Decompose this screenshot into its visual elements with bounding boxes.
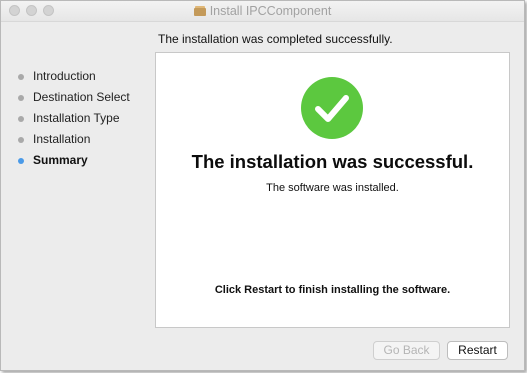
installer-window: Install IPCComponent The installation wa…	[0, 0, 525, 371]
installation-status-text: The installation was completed successfu…	[158, 32, 393, 46]
step-label: Installation Type	[33, 111, 120, 125]
step-installation: Installation	[16, 130, 151, 151]
package-icon	[193, 6, 206, 16]
summary-panel: The installation was successful. The sof…	[155, 52, 510, 328]
success-subtitle: The software was installed.	[266, 182, 399, 194]
window-title-group: Install IPCComponent	[1, 3, 524, 19]
step-dot-icon	[18, 116, 24, 122]
step-installation-type: Installation Type	[16, 109, 151, 130]
installer-steps-sidebar: Introduction Destination Select Installa…	[16, 67, 151, 172]
window-title: Install IPCComponent	[209, 4, 332, 18]
step-label: Installation	[33, 132, 91, 146]
go-back-button[interactable]: Go Back	[373, 341, 440, 360]
step-introduction: Introduction	[16, 67, 151, 88]
success-checkmark-icon	[301, 77, 363, 139]
step-destination-select: Destination Select	[16, 88, 151, 109]
restart-button[interactable]: Restart	[447, 341, 508, 360]
step-label: Introduction	[33, 69, 96, 83]
step-label: Summary	[33, 153, 88, 167]
step-summary: Summary	[16, 151, 151, 172]
step-dot-icon	[18, 95, 24, 101]
step-dot-icon	[18, 137, 24, 143]
current-step-dot-icon	[18, 158, 24, 164]
title-bar[interactable]: Install IPCComponent	[1, 1, 524, 22]
step-label: Destination Select	[33, 90, 130, 104]
restart-instruction: Click Restart to finish installing the s…	[214, 284, 451, 296]
step-dot-icon	[18, 74, 24, 80]
success-heading: The installation was successful.	[191, 151, 474, 172]
